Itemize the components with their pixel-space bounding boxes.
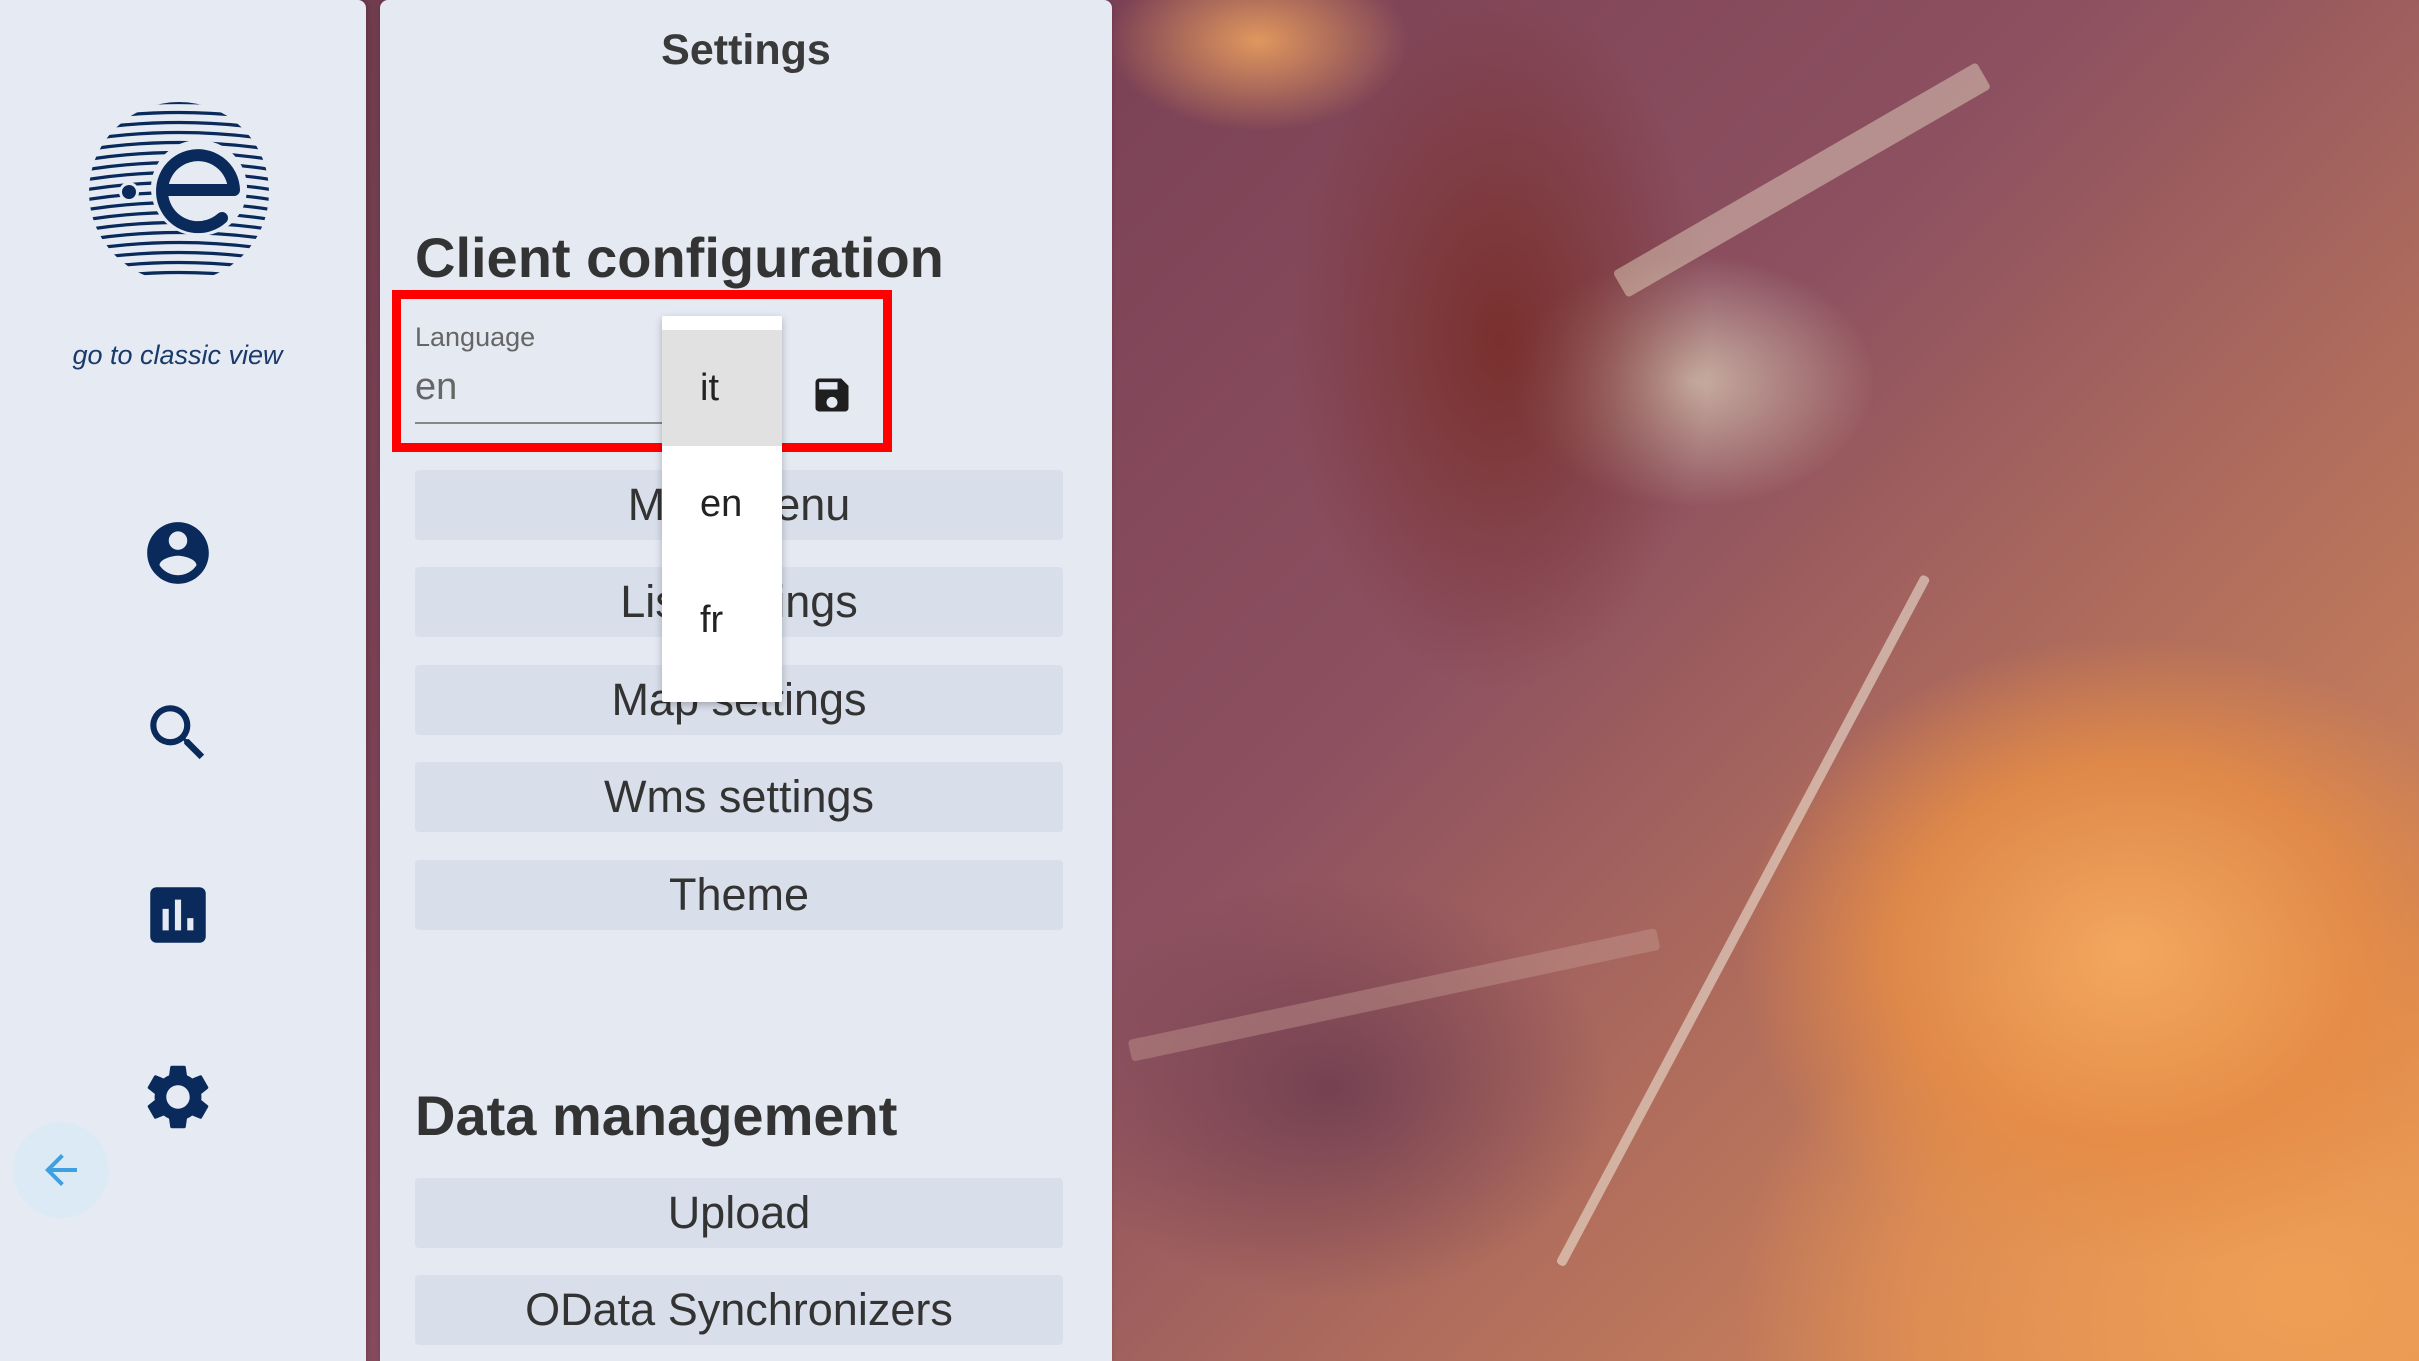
highlight-annotation-box bbox=[392, 290, 892, 452]
map-riverbed-feature bbox=[1127, 927, 1661, 1062]
map-terrain-feature bbox=[1612, 62, 1992, 298]
language-option-it[interactable]: it bbox=[662, 330, 782, 446]
satellite-map-background[interactable]: go to classic view Settings Client confi… bbox=[0, 0, 2419, 1361]
account-icon[interactable] bbox=[138, 513, 218, 593]
wms-settings-button[interactable]: Wms settings bbox=[415, 762, 1063, 832]
upload-button[interactable]: Upload bbox=[415, 1178, 1063, 1248]
navigation-rail: go to classic view bbox=[0, 0, 366, 1361]
panel-title: Settings bbox=[661, 26, 831, 74]
gear-icon[interactable] bbox=[138, 1057, 218, 1137]
client-configuration-heading: Client configuration bbox=[415, 226, 944, 289]
theme-button[interactable]: Theme bbox=[415, 860, 1063, 930]
chart-icon[interactable] bbox=[138, 875, 218, 955]
esa-logo bbox=[89, 102, 269, 282]
odata-synchronizers-button[interactable]: OData Synchronizers bbox=[415, 1275, 1063, 1345]
language-option-en[interactable]: en bbox=[662, 446, 782, 562]
search-icon[interactable] bbox=[138, 693, 218, 773]
language-option-fr[interactable]: fr bbox=[662, 562, 782, 678]
data-management-heading: Data management bbox=[415, 1084, 898, 1147]
map-road-feature bbox=[1555, 573, 1931, 1268]
arrow-left-icon bbox=[45, 1154, 77, 1186]
classic-view-link[interactable]: go to classic view bbox=[0, 340, 355, 371]
language-dropdown[interactable]: it en fr bbox=[662, 316, 782, 702]
back-button[interactable] bbox=[13, 1122, 109, 1218]
